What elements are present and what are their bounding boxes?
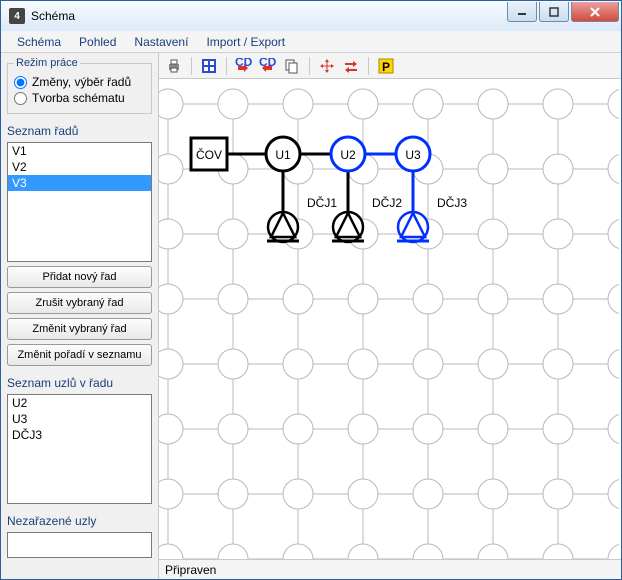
- toolbar-separator: [191, 57, 192, 75]
- node-dcj1[interactable]: [267, 212, 299, 242]
- list-item[interactable]: U3: [8, 411, 151, 427]
- titlebar: 4 Schéma: [1, 1, 621, 31]
- reorder-button[interactable]: Změnit pořadí v seznamu: [7, 344, 152, 366]
- toolbar: CDF CDF P: [159, 53, 621, 79]
- cdf-out-icon[interactable]: CDF: [257, 55, 279, 77]
- work-mode-group: Režim práce Změny, výběr řadů Tvorba sch…: [7, 57, 152, 114]
- move-icon[interactable]: [316, 55, 338, 77]
- toolbar-separator: [368, 57, 369, 75]
- mode-create-label: Tvorba schématu: [32, 91, 125, 105]
- diagram-svg: ČOV U1 U2 U3 DČJ1: [159, 79, 619, 559]
- node-dcj3-label: DČJ3: [437, 195, 467, 210]
- list-item[interactable]: V3: [8, 175, 151, 191]
- list-item[interactable]: DČJ3: [8, 427, 151, 443]
- unassigned-label: Nezařazené uzly: [7, 514, 152, 528]
- cdf-in-icon[interactable]: CDF: [233, 55, 255, 77]
- mode-create-row[interactable]: Tvorba schématu: [14, 91, 145, 105]
- svg-text:P: P: [382, 60, 390, 74]
- rows-list[interactable]: V1V2V3: [7, 142, 152, 262]
- window-buttons: [505, 2, 619, 24]
- swap-icon[interactable]: [340, 55, 362, 77]
- app-icon: 4: [9, 8, 25, 24]
- body: Režim práce Změny, výběr řadů Tvorba sch…: [1, 53, 621, 579]
- node-u2-label: U2: [340, 148, 356, 162]
- rows-list-label: Seznam řadů: [7, 124, 152, 138]
- menu-pohled[interactable]: Pohled: [73, 33, 122, 51]
- nodes-list[interactable]: U2U3DČJ3: [7, 394, 152, 504]
- diagram-canvas[interactable]: ČOV U1 U2 U3 DČJ1: [159, 79, 621, 559]
- app-window: 4 Schéma Schéma Pohled Nastavení Import …: [0, 0, 622, 580]
- mode-changes-radio[interactable]: [14, 76, 27, 89]
- status-text: Připraven: [165, 563, 216, 577]
- mode-changes-label: Změny, výběr řadů: [32, 75, 131, 89]
- right-panel: CDF CDF P: [159, 53, 621, 579]
- menu-nastaveni[interactable]: Nastavení: [128, 33, 194, 51]
- layout-icon[interactable]: [198, 55, 220, 77]
- toolbar-separator: [309, 57, 310, 75]
- print-icon[interactable]: [163, 55, 185, 77]
- menubar: Schéma Pohled Nastavení Import / Export: [1, 31, 621, 53]
- minimize-button[interactable]: [507, 2, 537, 22]
- parking-icon[interactable]: P: [375, 55, 397, 77]
- node-u3-label: U3: [405, 148, 421, 162]
- mode-create-radio[interactable]: [14, 92, 27, 105]
- node-dcj2[interactable]: [332, 212, 364, 242]
- menu-schema[interactable]: Schéma: [11, 33, 67, 51]
- nodes-list-label: Seznam uzlů v řadu: [7, 376, 152, 390]
- statusbar: Připraven: [159, 559, 621, 579]
- edit-row-button[interactable]: Změnit vybraný řad: [7, 318, 152, 340]
- unassigned-list[interactable]: [7, 532, 152, 558]
- mode-changes-row[interactable]: Změny, výběr řadů: [14, 75, 145, 89]
- delete-row-button[interactable]: Zrušit vybraný řad: [7, 292, 152, 314]
- node-dcj1-label: DČJ1: [307, 195, 337, 210]
- add-row-button[interactable]: Přidat nový řad: [7, 266, 152, 288]
- window-title: Schéma: [31, 9, 505, 23]
- list-item[interactable]: V1: [8, 143, 151, 159]
- work-mode-legend: Režim práce: [14, 57, 80, 69]
- menu-import-export[interactable]: Import / Export: [200, 33, 291, 51]
- close-button[interactable]: [571, 2, 619, 22]
- copy-icon[interactable]: [281, 55, 303, 77]
- list-item[interactable]: U2: [8, 395, 151, 411]
- node-dcj3[interactable]: [397, 212, 429, 242]
- node-cov-label: ČOV: [196, 147, 222, 162]
- node-dcj2-label: DČJ2: [372, 195, 402, 210]
- node-u1-label: U1: [275, 148, 291, 162]
- toolbar-separator: [226, 57, 227, 75]
- list-item[interactable]: V2: [8, 159, 151, 175]
- left-panel: Režim práce Změny, výběr řadů Tvorba sch…: [1, 53, 159, 579]
- maximize-button[interactable]: [539, 2, 569, 22]
